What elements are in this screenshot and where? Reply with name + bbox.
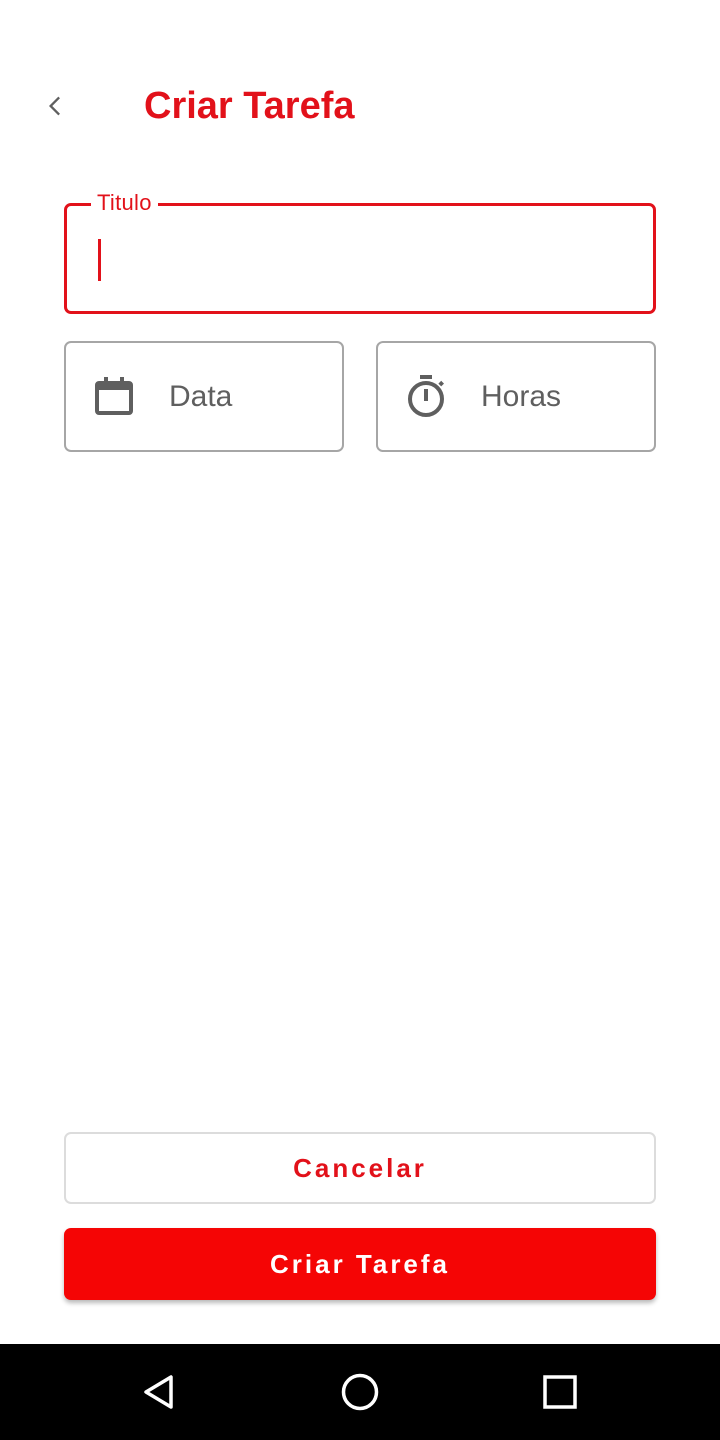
title-field-label: Titulo: [91, 190, 158, 216]
chevron-left-icon: [49, 96, 60, 116]
create-task-button[interactable]: Criar Tarefa: [64, 1228, 656, 1300]
triangle-back-icon: [144, 1375, 173, 1409]
create-task-screen: Criar Tarefa Titulo Data Horas Cancelar …: [0, 0, 720, 1440]
square-recents-icon: [543, 1375, 577, 1409]
stopwatch-icon: [408, 375, 444, 417]
date-picker[interactable]: Data: [64, 341, 344, 452]
system-back-button[interactable]: [132, 1364, 188, 1420]
title-field[interactable]: Titulo: [64, 190, 656, 314]
calendar-icon: [95, 377, 133, 415]
system-home-button[interactable]: [332, 1364, 388, 1420]
system-recents-button[interactable]: [532, 1364, 588, 1420]
circle-home-icon: [341, 1373, 379, 1411]
back-button[interactable]: [28, 78, 84, 134]
time-picker-label: Horas: [481, 380, 562, 413]
title-input[interactable]: [95, 236, 635, 282]
page-title: Criar Tarefa: [144, 85, 355, 127]
time-picker[interactable]: Horas: [376, 341, 656, 452]
text-caret: [98, 239, 101, 281]
date-picker-label: Data: [169, 380, 233, 413]
cancel-button[interactable]: Cancelar: [64, 1132, 656, 1204]
system-navigation-bar: [0, 1344, 720, 1440]
